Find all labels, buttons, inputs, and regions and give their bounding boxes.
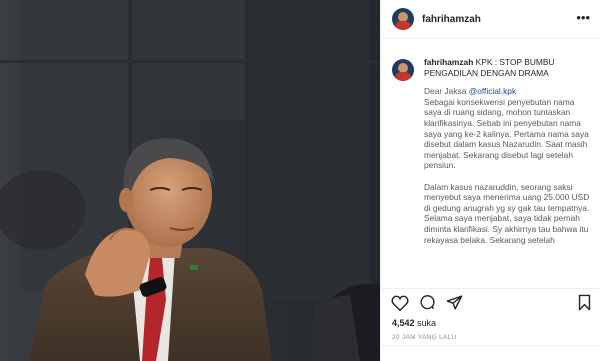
comment-input-area[interactable] [381, 345, 600, 361]
mention-link[interactable]: @official.kpk [469, 86, 516, 96]
action-bar [381, 288, 600, 316]
heart-icon[interactable] [391, 294, 409, 312]
caption-text: Dear Jaksa @official.kpk Sebagai konsekw… [424, 86, 593, 245]
caption-title: fahrihamzah KPK : STOP BUMBU PENGADILAN … [424, 57, 593, 78]
caption: fahrihamzah KPK : STOP BUMBU PENGADILAN … [381, 40, 600, 245]
more-options-icon[interactable]: ••• [576, 11, 590, 28]
username-link[interactable]: fahrihamzah [422, 14, 576, 25]
likes-number: 4,542 [392, 318, 415, 328]
caption-greeting: Dear Jaksa [424, 86, 469, 97]
post-panel: fahrihamzah ••• fahrihamzah KPK : STOP B… [380, 0, 600, 361]
likes-label: suka [417, 318, 437, 328]
photo-scene [0, 0, 380, 361]
post-header: fahrihamzah ••• [381, 0, 600, 39]
post-photo[interactable] [0, 0, 380, 361]
bookmark-icon[interactable] [575, 294, 593, 312]
caption-paragraphs: Sebagai konsekwensi penyebutan nama saya… [424, 96, 590, 245]
caption-username-link[interactable]: fahrihamzah [424, 57, 473, 67]
caption-avatar[interactable] [392, 59, 414, 81]
paper-plane-icon[interactable] [445, 294, 463, 312]
caption-scroll-area[interactable]: fahrihamzah KPK : STOP BUMBU PENGADILAN … [381, 40, 600, 287]
likes-count[interactable]: 4,542 suka [392, 318, 436, 328]
post-timestamp[interactable]: 20 JAM YANG LALU [392, 334, 457, 341]
caption-body: fahrihamzah KPK : STOP BUMBU PENGADILAN … [424, 57, 593, 245]
comment-icon[interactable] [418, 294, 436, 312]
instagram-post: fahrihamzah ••• fahrihamzah KPK : STOP B… [0, 0, 600, 361]
avatar[interactable] [392, 8, 414, 30]
